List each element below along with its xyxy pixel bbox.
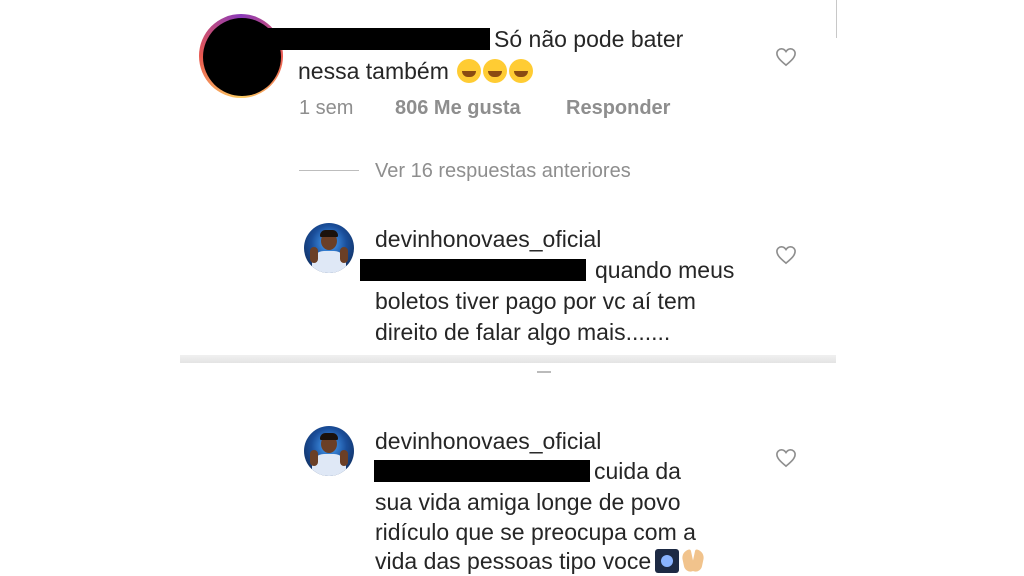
comment-text: nessa também [298, 58, 449, 84]
reply-text-line1: cuida da [594, 458, 681, 484]
view-previous-replies-link[interactable]: Ver 16 respuestas anteriores [375, 160, 631, 183]
heart-icon[interactable] [775, 47, 797, 67]
reply-button[interactable]: Responder [566, 97, 670, 120]
avatar-arm [340, 450, 348, 466]
username-link[interactable]: devinhonovaes_oficial [375, 426, 601, 456]
laughing-emoji-icon [509, 59, 534, 83]
separator-mark [537, 371, 551, 373]
laughing-emoji-icon [483, 59, 508, 83]
profile-picture[interactable] [304, 426, 354, 476]
likes-count-link[interactable]: 806 Me gusta [395, 97, 521, 120]
mention-redaction [360, 259, 586, 281]
replies-divider [299, 170, 359, 171]
folded-hands-emoji-icon [681, 548, 705, 574]
comment-time: 1 sem [299, 97, 354, 119]
reply-text-line2: sua vida amiga longe de povo [375, 489, 681, 515]
mention-redaction [374, 460, 590, 482]
avatar-arm [310, 450, 318, 466]
heart-icon[interactable] [775, 245, 797, 265]
avatar-hair [320, 433, 338, 440]
comment-text-line1: Só não pode bater [494, 26, 684, 52]
username-redaction [268, 28, 490, 50]
avatar-hair [320, 230, 338, 237]
comment-text-line2: nessa também [298, 56, 534, 86]
reply-text-line2: boletos tiver pago por vc aí tem [375, 288, 696, 314]
reply-text-line3: direito de falar algo mais....... [375, 319, 671, 345]
reply-text: vida das pessoas tipo voce [375, 548, 652, 574]
screenshot-separator [180, 355, 836, 363]
night-sky-emoji-icon [655, 549, 680, 573]
avatar-arm [340, 247, 348, 263]
screenshot-edge-line [836, 0, 837, 38]
reply-text-line3: ridículo que se preocupa com a [375, 519, 696, 545]
profile-picture[interactable] [304, 223, 354, 273]
username-link[interactable]: devinhonovaes_oficial [375, 224, 601, 254]
reply-text-line4: vida das pessoas tipo voce [375, 546, 705, 576]
laughing-emoji-icon [457, 59, 482, 83]
avatar-arm [310, 247, 318, 263]
heart-icon[interactable] [775, 448, 797, 468]
reply-text-line1: quando meus [595, 257, 735, 283]
